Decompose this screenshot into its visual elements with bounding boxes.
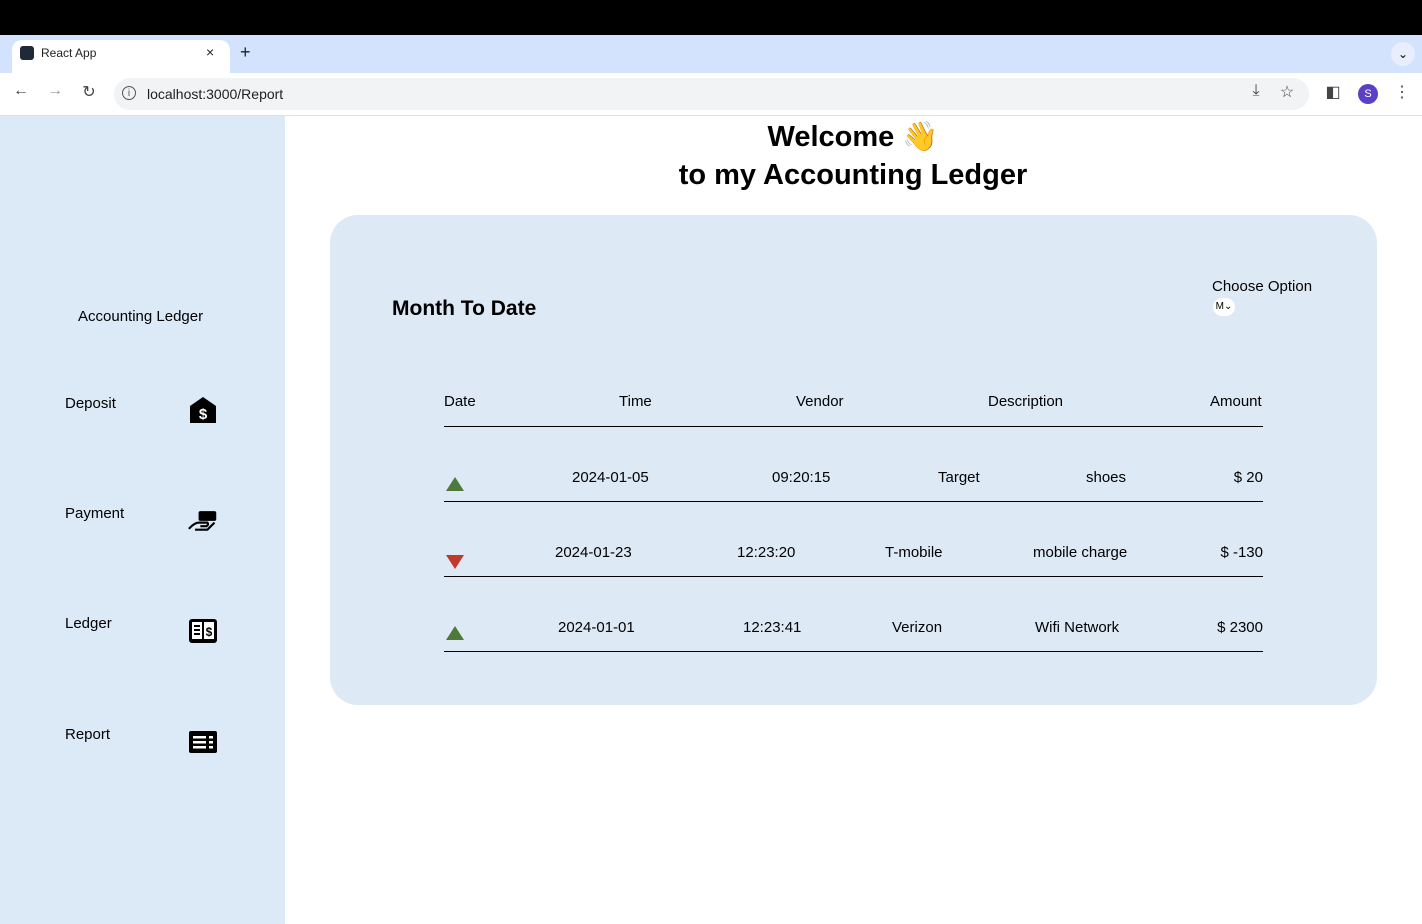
row-time: 09:20:15 bbox=[772, 469, 831, 486]
sidebar-title: Accounting Ledger bbox=[78, 308, 204, 325]
row-amount: $ 20 bbox=[1233, 469, 1263, 486]
row-date: 2024-01-01 bbox=[558, 619, 635, 636]
sidebar-item-deposit[interactable]: Deposit bbox=[65, 395, 116, 412]
trend-up-icon bbox=[446, 626, 464, 640]
sidebar-item-payment[interactable]: Payment bbox=[65, 505, 124, 522]
react-favicon-icon bbox=[20, 46, 34, 60]
tab-title: React App bbox=[41, 46, 97, 60]
row-amount: $ -130 bbox=[1220, 544, 1263, 561]
report-icon[interactable] bbox=[188, 728, 218, 756]
install-app-icon[interactable]: ⤓ bbox=[1246, 82, 1266, 100]
row-description: shoes bbox=[1086, 469, 1127, 486]
row-divider bbox=[444, 576, 1263, 577]
more-menu-icon[interactable]: ⋮ bbox=[1392, 82, 1412, 102]
reload-icon[interactable]: ↻ bbox=[79, 82, 99, 102]
sidebar-item-report[interactable]: Report bbox=[65, 726, 110, 743]
forward-arrow-icon[interactable]: → bbox=[45, 82, 65, 100]
payment-icon[interactable] bbox=[188, 506, 218, 534]
row-divider bbox=[444, 501, 1263, 502]
profile-avatar[interactable]: S bbox=[1358, 84, 1378, 104]
trend-down-icon bbox=[446, 555, 464, 569]
row-description: Wifi Network bbox=[1035, 619, 1120, 636]
tab-close-icon[interactable]: × bbox=[206, 44, 214, 60]
row-date: 2024-01-05 bbox=[572, 469, 649, 486]
row-vendor: Target bbox=[938, 469, 980, 486]
column-header-amount: Amount bbox=[1210, 393, 1262, 410]
column-header-description: Description bbox=[988, 393, 1064, 410]
row-vendor: T-mobile bbox=[885, 544, 943, 561]
subtitle-line: to my Accounting Ledger bbox=[678, 159, 1028, 191]
column-header-date: Date bbox=[444, 393, 476, 410]
choose-option-label: Choose Option bbox=[1212, 278, 1313, 295]
address-bar[interactable] bbox=[114, 78, 1309, 110]
row-description: mobile charge bbox=[1033, 544, 1128, 561]
deposit-icon[interactable]: $ bbox=[188, 396, 218, 424]
report-title: Month To Date bbox=[392, 297, 537, 320]
url-text[interactable]: localhost:3000/Report bbox=[147, 86, 283, 102]
sidebar bbox=[0, 116, 285, 924]
back-arrow-icon[interactable]: ← bbox=[11, 82, 31, 100]
bookmark-star-icon[interactable]: ☆ bbox=[1277, 82, 1297, 102]
period-select-value: M bbox=[1215, 301, 1224, 312]
row-time: 12:23:20 bbox=[737, 544, 796, 561]
row-date: 2024-01-23 bbox=[555, 544, 632, 561]
tab-search-dropdown-icon[interactable]: ⌄ bbox=[1391, 42, 1415, 66]
page-heading: Welcome 👋 to my Accounting Ledger bbox=[0, 118, 1422, 194]
row-vendor: Verizon bbox=[892, 619, 943, 636]
column-header-time: Time bbox=[619, 393, 652, 410]
site-info-icon[interactable]: i bbox=[122, 86, 136, 100]
row-divider bbox=[444, 651, 1263, 652]
window-top-bar bbox=[0, 0, 1422, 35]
ledger-icon[interactable]: $ bbox=[188, 617, 218, 645]
column-header-vendor: Vendor bbox=[796, 393, 844, 410]
row-amount: $ 2300 bbox=[1217, 619, 1263, 636]
header-divider bbox=[444, 426, 1263, 427]
trend-up-icon bbox=[446, 477, 464, 491]
welcome-line: Welcome 👋 bbox=[767, 121, 939, 153]
svg-text:$: $ bbox=[206, 625, 213, 639]
sidebar-item-ledger[interactable]: Ledger bbox=[65, 615, 112, 632]
chevron-down-icon: ⌄ bbox=[1223, 301, 1233, 312]
period-select[interactable]: M⌄ bbox=[1213, 298, 1235, 316]
svg-text:$: $ bbox=[199, 406, 208, 423]
new-tab-button[interactable]: + bbox=[240, 42, 251, 63]
side-panel-icon[interactable]: ◧ bbox=[1323, 82, 1343, 102]
row-time: 12:23:41 bbox=[743, 619, 802, 636]
